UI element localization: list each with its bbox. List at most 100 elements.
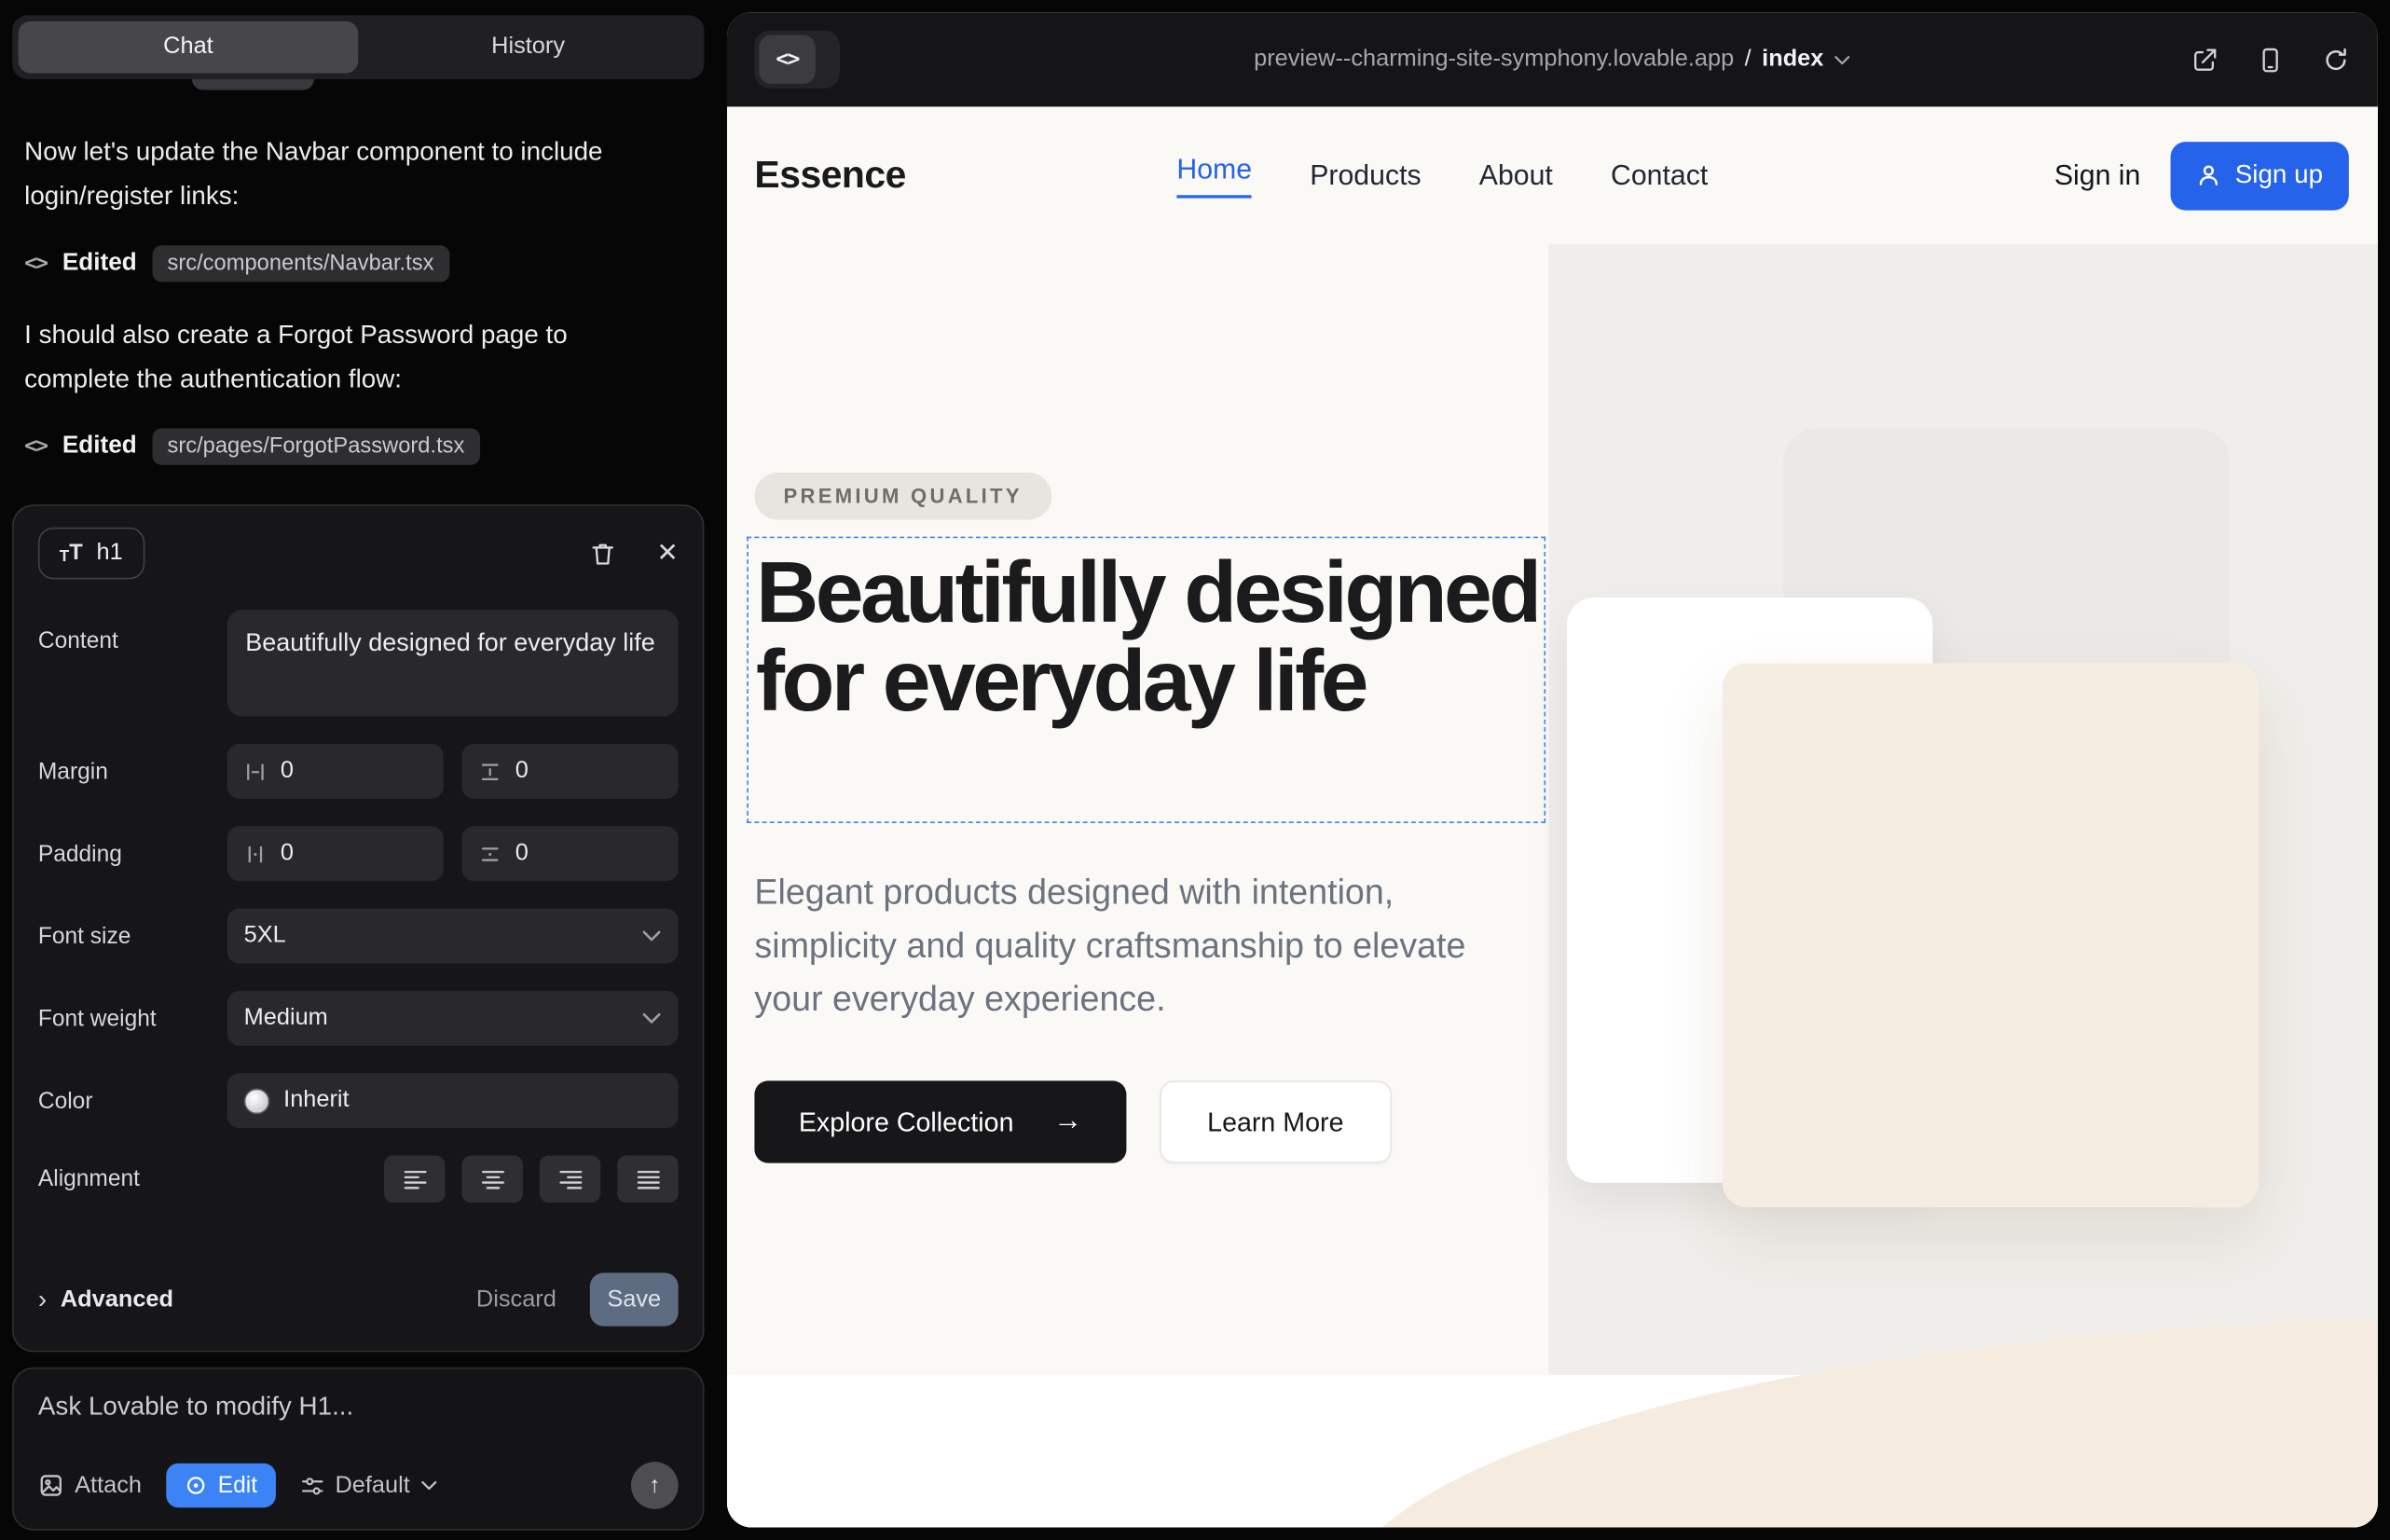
chevron-down-icon [420, 1480, 437, 1491]
site-logo[interactable]: Essence [754, 153, 905, 197]
url-page: index [1762, 46, 1823, 73]
align-justify-icon [635, 1168, 661, 1189]
font-weight-label: Font weight [38, 1005, 218, 1031]
learn-more-button[interactable]: Learn More [1160, 1080, 1391, 1162]
edited-file-badge[interactable]: src/pages/ForgotPassword.tsx [152, 428, 480, 464]
discard-button[interactable]: Discard [476, 1286, 556, 1313]
arrow-up-icon: ↑ [649, 1473, 660, 1499]
panel-tabs: Chat History [12, 15, 704, 79]
sliders-icon [300, 1473, 324, 1497]
align-left-icon [402, 1168, 428, 1189]
delete-element-button[interactable] [588, 539, 617, 568]
smartphone-icon [2256, 45, 2285, 74]
color-select[interactable]: Inherit [227, 1073, 679, 1128]
editor-footer: › Advanced Discard Save [38, 1272, 679, 1326]
code-icon: <> [759, 35, 816, 84]
arrow-right-icon: → [1053, 1106, 1082, 1139]
font-size-label: Font size [38, 923, 218, 949]
assistant-message: Now let's update the Navbar component to… [24, 131, 634, 218]
refresh-button[interactable] [2321, 45, 2350, 74]
selected-element-tag: h1 [96, 540, 122, 567]
mobile-view-button[interactable] [2256, 45, 2285, 74]
chat-composer: Ask Lovable to modify H1... Attach Edit … [12, 1368, 704, 1531]
edit-mode-button[interactable]: Edit [166, 1464, 276, 1507]
preview-window: <> preview--charming-site-symphony.lovab… [727, 12, 2378, 1527]
code-icon: <> [24, 252, 47, 276]
site-nav-auth: Sign in Sign up [2054, 141, 2349, 210]
nav-contact[interactable]: Contact [1611, 158, 1708, 192]
chevron-down-icon [1834, 54, 1851, 64]
code-view-toggle[interactable]: <> [754, 31, 840, 89]
align-left-button[interactable] [384, 1155, 445, 1203]
url-bar[interactable]: preview--charming-site-symphony.lovable.… [1254, 46, 1851, 73]
content-input[interactable]: Beautifully designed for everyday life [227, 610, 679, 716]
chevron-down-icon [641, 1012, 661, 1024]
trash-icon [588, 539, 617, 568]
tab-history[interactable]: History [358, 21, 698, 74]
close-editor-button[interactable]: ✕ [656, 538, 678, 569]
margin-vertical-input[interactable]: 0 [461, 744, 678, 799]
preview-toolbar: <> preview--charming-site-symphony.lovab… [727, 12, 2378, 106]
align-center-icon [479, 1168, 505, 1189]
align-center-button[interactable] [461, 1155, 522, 1203]
nav-about[interactable]: About [1479, 158, 1553, 192]
user-icon [2197, 163, 2221, 187]
padding-horizontal-icon [244, 842, 268, 865]
font-size-select[interactable]: 5XL [227, 909, 679, 964]
url-host: preview--charming-site-symphony.lovable.… [1254, 46, 1734, 73]
edited-label: Edited [62, 250, 137, 277]
refresh-icon [2321, 45, 2350, 74]
hero-cta-row: Explore Collection → Learn More [754, 1080, 1391, 1162]
premium-quality-badge: PREMIUM QUALITY [754, 473, 1051, 520]
nav-home[interactable]: Home [1176, 153, 1252, 199]
edited-file-row[interactable]: <> Edited src/pages/ForgotPassword.tsx [24, 427, 677, 467]
margin-horizontal-icon [244, 760, 268, 783]
selected-element-pill[interactable]: TT h1 [38, 528, 144, 580]
align-right-button[interactable] [540, 1155, 600, 1203]
tab-chat[interactable]: Chat [19, 21, 359, 74]
padding-vertical-icon [478, 842, 501, 865]
save-button[interactable]: Save [590, 1272, 679, 1326]
margin-horizontal-input[interactable]: 0 [227, 744, 444, 799]
send-button[interactable]: ↑ [631, 1462, 679, 1509]
content-label: Content [38, 610, 218, 653]
edited-label: Edited [62, 433, 137, 460]
edit-target-icon [185, 1474, 208, 1497]
open-in-new-tab-button[interactable] [2191, 45, 2219, 74]
margin-vertical-icon [478, 760, 501, 783]
edited-file-badge[interactable]: src/components/Navbar.tsx [152, 245, 449, 282]
typography-icon: TT [60, 543, 83, 565]
url-separator: / [1745, 46, 1751, 73]
hero-headline[interactable]: Beautifully designed for everyday life [749, 538, 1545, 726]
chevron-right-icon: › [38, 1285, 47, 1315]
chat-input[interactable]: Ask Lovable to modify H1... [38, 1392, 679, 1423]
padding-horizontal-input[interactable]: 0 [227, 826, 444, 881]
site-preview: Essence Home Products About Contact Sign… [727, 106, 2378, 1527]
sign-in-link[interactable]: Sign in [2054, 158, 2141, 192]
external-link-icon [2191, 45, 2219, 74]
edited-file-row[interactable]: <> Edited src/components/Navbar.tsx [24, 244, 677, 284]
composer-toolbar: Attach Edit Default ↑ [38, 1462, 679, 1509]
site-nav-links: Home Products About Contact [1176, 153, 1708, 199]
align-justify-button[interactable] [617, 1155, 678, 1203]
model-selector[interactable]: Default [300, 1472, 437, 1499]
align-right-icon [557, 1168, 584, 1189]
nav-products[interactable]: Products [1310, 158, 1421, 192]
attach-image-icon [38, 1473, 64, 1499]
site-navbar: Essence Home Products About Contact Sign… [727, 106, 2378, 243]
font-weight-select[interactable]: Medium [227, 991, 679, 1046]
attach-button[interactable]: Attach [38, 1472, 142, 1499]
code-icon: <> [24, 434, 47, 459]
advanced-toggle[interactable]: › Advanced [38, 1285, 173, 1315]
element-editor-panel: TT h1 ✕ Content Beautifully designed for… [12, 504, 704, 1352]
color-label: Color [38, 1088, 218, 1114]
explore-collection-button[interactable]: Explore Collection → [754, 1080, 1126, 1162]
margin-label: Margin [38, 759, 218, 785]
assistant-message: I should also create a Forgot Password p… [24, 314, 634, 401]
chevron-down-icon [641, 929, 661, 942]
selected-element-outline[interactable]: Beautifully designed for everyday life [747, 537, 1545, 823]
sign-up-button[interactable]: Sign up [2171, 141, 2349, 210]
alignment-buttons [227, 1155, 679, 1203]
editor-form: Content Beautifully designed for everyda… [38, 610, 679, 1203]
padding-vertical-input[interactable]: 0 [461, 826, 678, 881]
